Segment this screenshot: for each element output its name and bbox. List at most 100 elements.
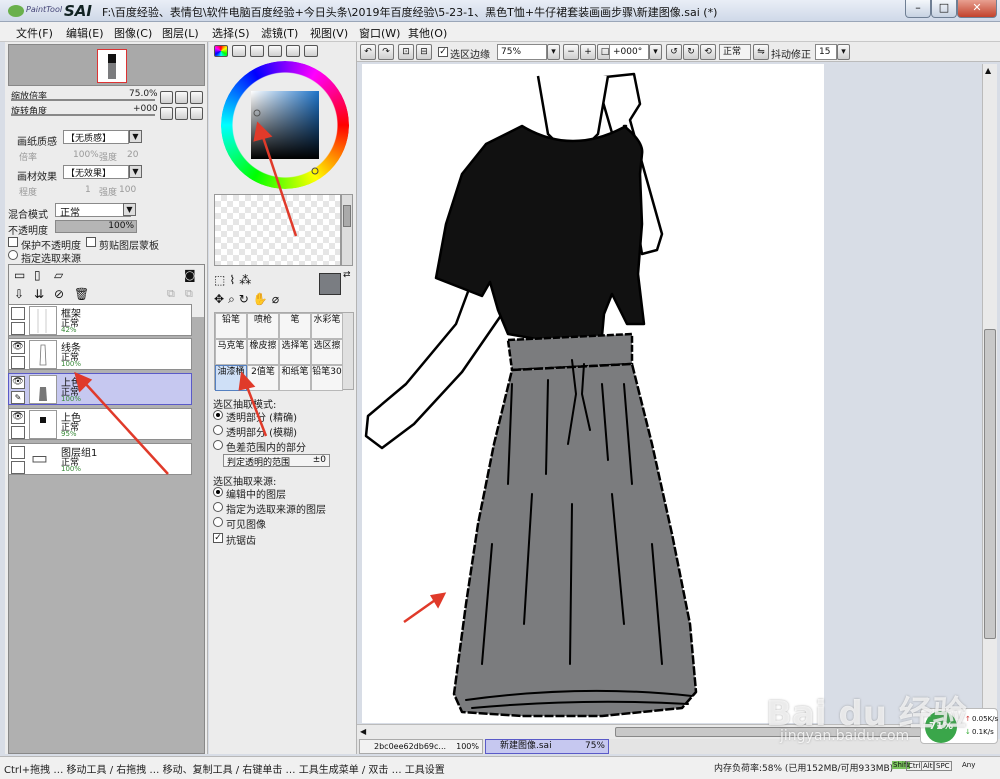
layer-options-icon[interactable]: ◙ xyxy=(184,268,196,282)
new-layer-icon[interactable]: ▭ xyxy=(14,268,25,282)
selection-source-radio[interactable] xyxy=(8,250,18,260)
zoom-in-icon[interactable]: + xyxy=(580,44,596,60)
brush-select-pen[interactable]: 选择笔 xyxy=(279,339,311,365)
extract-option-radio[interactable] xyxy=(213,440,223,450)
zoom-in-button[interactable] xyxy=(175,91,188,104)
clipping-group-checkbox[interactable] xyxy=(86,237,96,247)
menu-other[interactable]: 其他(O) xyxy=(408,25,447,41)
chevron-down-icon[interactable]: ▾ xyxy=(547,44,560,60)
merge-down-icon[interactable]: ⇊ xyxy=(34,287,44,301)
chevron-down-icon[interactable]: ▾ xyxy=(837,44,850,60)
chevron-down-icon[interactable]: ▼ xyxy=(123,203,136,216)
drawing-canvas[interactable] xyxy=(362,64,824,723)
rotate-right-button[interactable] xyxy=(175,107,188,120)
delete-layer-icon[interactable]: 🗑 xyxy=(74,287,89,301)
source-option-radio[interactable] xyxy=(213,487,223,497)
brush-pencil[interactable]: 铅笔 xyxy=(215,313,247,339)
protect-opacity-checkbox[interactable] xyxy=(8,237,18,247)
navigator-preview[interactable] xyxy=(8,44,205,86)
lock-icon[interactable] xyxy=(11,322,25,335)
zoom-out-icon[interactable]: − xyxy=(563,44,579,60)
rotate-icon[interactable]: ↻ xyxy=(239,292,253,306)
chevron-down-icon[interactable]: ▼ xyxy=(129,165,142,178)
menu-image[interactable]: 图像(C) xyxy=(114,25,152,41)
eye-icon[interactable] xyxy=(11,307,25,320)
scratchpad-tab[interactable] xyxy=(304,45,318,57)
brush-airbrush[interactable]: 喷枪 xyxy=(247,313,279,339)
extract-option-radio[interactable] xyxy=(213,410,223,420)
paper-effect-select[interactable]: 【无效果】 xyxy=(63,165,129,179)
minimize-button[interactable]: – xyxy=(905,0,931,18)
rotate-slider[interactable] xyxy=(11,114,155,116)
rotate-ccw-icon[interactable]: ↺ xyxy=(666,44,682,60)
layer-folder[interactable]: ▭ 图层组1 正常 100% xyxy=(8,443,192,475)
brush-pen[interactable]: 笔 xyxy=(279,313,311,339)
menu-layer[interactable]: 图层(L) xyxy=(162,25,199,41)
navigator-viewport[interactable] xyxy=(97,49,127,83)
brush-pencil30[interactable]: 铅笔30 xyxy=(311,365,343,391)
paper-texture-select[interactable]: 【无质感】 xyxy=(63,130,129,144)
extract-option-radio[interactable] xyxy=(213,425,223,435)
eye-icon[interactable]: 👁 xyxy=(11,411,25,424)
intermediate-color-tab[interactable] xyxy=(268,45,282,57)
color-wheel-tab[interactable] xyxy=(214,45,228,57)
menu-select[interactable]: 选择(S) xyxy=(212,25,250,41)
brush-binary-pen[interactable]: 2值笔 xyxy=(247,365,279,391)
lasso-icon[interactable]: ⌇ xyxy=(229,273,239,287)
document-tab-active[interactable]: 新建图像.sai 75% xyxy=(485,739,609,754)
layer-item[interactable]: 框架 正常 42% xyxy=(8,304,192,336)
document-tab[interactable]: 2bc0ee62db69c... 100% xyxy=(359,739,483,754)
antialias-checkbox[interactable]: ✓ xyxy=(213,533,223,543)
transfer-down-icon[interactable]: ⇩ xyxy=(14,287,24,301)
brush-washi[interactable]: 和纸笔 xyxy=(279,365,311,391)
undo-icon[interactable]: ↶ xyxy=(360,44,376,60)
layer-item[interactable]: 👁 上色 正常 95% xyxy=(8,408,192,440)
invert-selection-icon[interactable]: ⊟ xyxy=(416,44,432,60)
hsv-slider-tab[interactable] xyxy=(250,45,264,57)
brush-watercolor[interactable]: 水彩笔 xyxy=(311,313,343,339)
magic-wand-icon[interactable]: ⁂ xyxy=(239,273,255,287)
source-option-radio[interactable] xyxy=(213,517,223,527)
source-option-radio[interactable] xyxy=(213,502,223,512)
chevron-down-icon[interactable]: ▼ xyxy=(129,130,142,143)
new-linework-layer-icon[interactable]: ▯ xyxy=(34,268,41,282)
rect-select-icon[interactable]: ⬚ xyxy=(214,273,229,287)
redo-icon[interactable]: ↷ xyxy=(378,44,394,60)
range-slider[interactable]: 判定透明的范围 ±0 xyxy=(223,454,330,468)
zoom-reset-button[interactable] xyxy=(190,91,203,104)
deselect-icon[interactable]: ⊡ xyxy=(398,44,414,60)
color-wheel[interactable] xyxy=(221,61,349,189)
swap-colors-icon[interactable]: ⇄ xyxy=(343,270,351,280)
scratchpad-scrollbar[interactable] xyxy=(341,194,353,266)
zoom-out-button[interactable] xyxy=(160,91,173,104)
hand-icon[interactable]: ✋ xyxy=(253,292,272,306)
menu-edit[interactable]: 编辑(E) xyxy=(66,25,104,41)
menu-window[interactable]: 窗口(W) xyxy=(359,25,400,41)
rotate-cw-icon[interactable]: ↻ xyxy=(683,44,699,60)
scratchpad[interactable] xyxy=(214,194,341,266)
vertical-scrollbar[interactable]: ▲ ▼ xyxy=(982,64,997,724)
eye-icon[interactable]: 👁 xyxy=(11,376,25,389)
rgb-slider-tab[interactable] xyxy=(232,45,246,57)
layer-item-selected[interactable]: 👁 ✎ 上色2 正常 100% xyxy=(8,373,192,405)
brush-bucket-selected[interactable]: 油漆桶 xyxy=(215,365,247,391)
stabilizer-field[interactable]: 15 xyxy=(815,44,837,60)
eye-icon[interactable] xyxy=(11,446,25,459)
rotate-reset-icon[interactable]: ⟲ xyxy=(700,44,716,60)
opacity-slider[interactable]: 100% xyxy=(55,220,137,233)
zoom-icon[interactable]: ⌕ xyxy=(228,292,239,306)
close-button[interactable]: ✕ xyxy=(957,0,997,18)
brush-marker[interactable]: 马克笔 xyxy=(215,339,247,365)
menu-filter[interactable]: 滤镜(T) xyxy=(261,25,298,41)
eye-icon[interactable]: 👁 xyxy=(11,341,25,354)
brush-eraser[interactable]: 橡皮擦 xyxy=(247,339,279,365)
angle-field[interactable]: +000° xyxy=(609,44,649,60)
primary-color-swatch[interactable] xyxy=(319,273,341,295)
new-folder-icon[interactable]: ▱ xyxy=(54,268,63,282)
menu-view[interactable]: 视图(V) xyxy=(310,25,348,41)
swatches-tab[interactable] xyxy=(286,45,300,57)
layer-item[interactable]: 👁 线条 正常 100% xyxy=(8,338,192,370)
eyedropper-icon[interactable]: ⌀ xyxy=(272,292,283,306)
zoom-field[interactable]: 75% xyxy=(497,44,547,60)
blend-mode-select[interactable]: 正常 xyxy=(55,203,131,219)
